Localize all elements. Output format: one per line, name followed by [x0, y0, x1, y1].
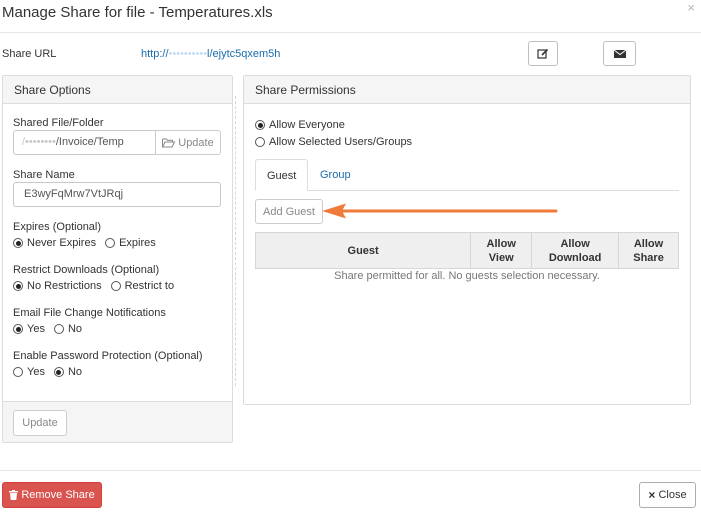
col-guest: Guest	[254, 232, 472, 269]
close-icon[interactable]: ×	[687, 0, 695, 15]
never-expires-label: Never Expires	[27, 237, 97, 249]
add-guest-button[interactable]: Add Guest	[255, 199, 323, 224]
folder-open-icon	[162, 138, 176, 147]
share-name-input[interactable]: E3wyFqMrw7VtJRqj	[13, 182, 221, 207]
email-notifications-radio-group: Yes No	[13, 323, 82, 335]
header-divider	[0, 32, 701, 33]
trash-icon	[9, 490, 19, 500]
col-allow-view: Allow View	[470, 232, 533, 269]
share-options-update-button[interactable]: Update	[13, 410, 67, 436]
col-allow-share: Allow Share	[618, 232, 679, 269]
never-expires-radio[interactable]	[13, 238, 23, 248]
share-name-label: Share Name	[13, 169, 75, 181]
allow-everyone-radio[interactable]	[255, 120, 265, 130]
restrict-downloads-label: Restrict Downloads (Optional)	[13, 264, 160, 276]
expires-label: Expires (Optional)	[13, 221, 102, 233]
edit-url-button[interactable]	[528, 41, 558, 66]
no-restrictions-label: No Restrictions	[27, 280, 102, 292]
edit-icon	[537, 48, 549, 59]
share-url-redacted: ••••••••••	[168, 48, 208, 60]
share-url-prefix: http://	[141, 48, 169, 60]
email-yes-radio[interactable]	[13, 324, 23, 334]
restrict-downloads-radio-group: No Restrictions Restrict to	[13, 280, 174, 292]
email-yes-label: Yes	[27, 323, 45, 335]
password-yes-label: Yes	[27, 366, 45, 378]
expires-option-label: Expires	[119, 237, 156, 249]
restrict-to-label: Restrict to	[124, 280, 175, 292]
allow-selected-option: Allow Selected Users/Groups	[255, 136, 412, 148]
shared-file-input[interactable]: /••••••••/Invoice/Temp	[13, 130, 156, 155]
guests-table: Guest Allow View Allow Download Allow Sh…	[254, 232, 679, 269]
panel-splitter[interactable]	[235, 96, 236, 386]
col-allow-download: Allow Download	[531, 232, 620, 269]
share-permissions-heading: Share Permissions	[244, 76, 690, 104]
expires-radio[interactable]	[105, 238, 116, 248]
no-restrictions-radio[interactable]	[13, 281, 23, 291]
footer-divider	[0, 470, 701, 471]
expires-radio-group: Never Expires Expires	[13, 237, 156, 249]
allow-everyone-label: Allow Everyone	[269, 119, 345, 131]
shared-file-label: Shared File/Folder	[13, 117, 104, 129]
tab-guest[interactable]: Guest	[255, 159, 309, 191]
shared-file-redacted: /••••••••	[22, 136, 56, 148]
password-no-radio[interactable]	[53, 367, 64, 377]
folder-update-label: Update	[178, 136, 214, 149]
email-no-label: No	[67, 323, 83, 335]
share-options-heading: Share Options	[3, 76, 232, 104]
shared-file-value: /Invoice/Temp	[55, 136, 124, 148]
password-no-label: No	[67, 366, 83, 378]
close-x-icon: ×	[648, 488, 656, 502]
email-no-radio[interactable]	[53, 324, 64, 334]
password-protection-label: Enable Password Protection (Optional)	[13, 350, 203, 362]
restrict-to-radio[interactable]	[110, 281, 121, 291]
allow-selected-label: Allow Selected Users/Groups	[269, 136, 413, 148]
email-url-button[interactable]	[603, 41, 636, 66]
close-button[interactable]: × Close	[639, 482, 696, 508]
guests-table-header: Guest Allow View Allow Download Allow Sh…	[254, 232, 679, 269]
password-yes-radio[interactable]	[13, 367, 23, 377]
email-notifications-label: Email File Change Notifications	[13, 307, 166, 319]
allow-everyone-option: Allow Everyone	[255, 119, 345, 131]
remove-share-label: Remove Share	[21, 489, 95, 501]
share-url-suffix: l/ejytc5qxem5h	[207, 48, 281, 60]
remove-share-button[interactable]: Remove Share	[2, 482, 102, 508]
annotation-arrow-icon	[322, 203, 558, 219]
share-url-label: Share URL	[2, 48, 57, 60]
password-protection-radio-group: Yes No	[13, 366, 82, 378]
share-url-link[interactable]: http://••••••••••l/ejytc5qxem5h	[141, 48, 280, 60]
dialog-title: Manage Share for file - Temperatures.xls	[2, 4, 273, 21]
tab-group[interactable]: Group	[309, 159, 362, 191]
empty-guests-message: Share permitted for all. No guests selec…	[334, 270, 600, 282]
envelope-icon	[613, 49, 626, 58]
allow-selected-radio[interactable]	[255, 137, 265, 147]
close-label: Close	[658, 489, 687, 501]
folder-update-button[interactable]: Update	[155, 130, 221, 155]
